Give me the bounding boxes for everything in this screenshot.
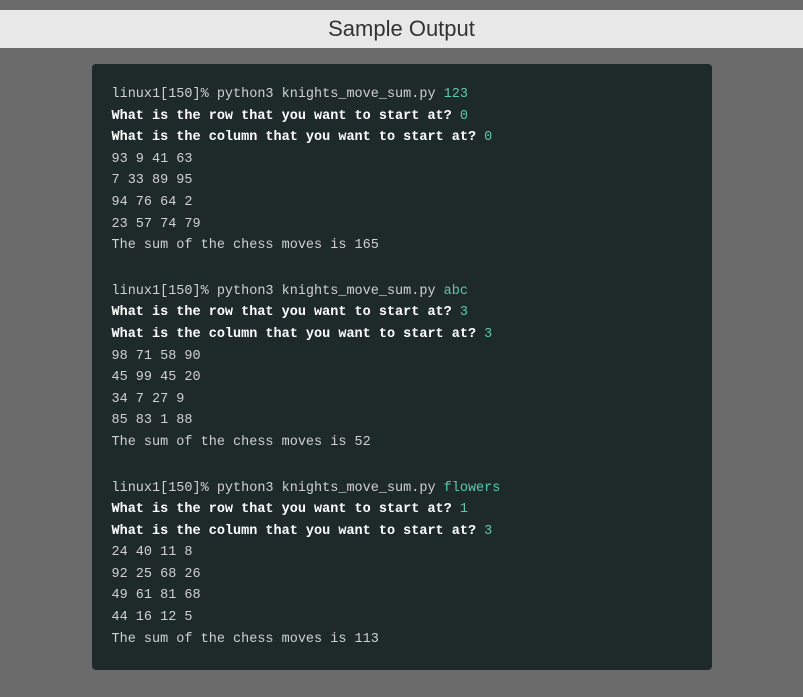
input-line-2-1: What is the row that you want to start a… — [112, 302, 692, 324]
data-line-1-2: 7 33 89 95 — [112, 170, 692, 192]
input-label-1-2: What is the column that you want to star… — [112, 130, 485, 145]
input-value-1-2: 0 — [484, 130, 492, 145]
input-label-3-2: What is the column that you want to star… — [112, 524, 485, 539]
command-line-3: linux1[150]% python3 knights_move_sum.py… — [112, 478, 692, 500]
prompt-1: linux1[150]% python3 knights_move_sum.py — [112, 87, 444, 102]
data-line-3-1: 24 40 11 8 — [112, 542, 692, 564]
data-line-1-4: 23 57 74 79 — [112, 214, 692, 236]
command-arg-3: flowers — [444, 481, 501, 496]
input-label-2-1: What is the row that you want to start a… — [112, 305, 460, 320]
data-line-2-4: 85 83 1 88 — [112, 410, 692, 432]
data-line-2-3: 34 7 27 9 — [112, 389, 692, 411]
input-line-1-1: What is the row that you want to start a… — [112, 106, 692, 128]
input-label-3-1: What is the row that you want to start a… — [112, 502, 460, 517]
data-line-2-2: 45 99 45 20 — [112, 367, 692, 389]
input-value-1-1: 0 — [460, 109, 468, 124]
input-line-3-2: What is the column that you want to star… — [112, 521, 692, 543]
input-label-1-1: What is the row that you want to start a… — [112, 109, 460, 124]
result-line-3: The sum of the chess moves is 113 — [112, 629, 692, 651]
data-line-1-3: 94 76 64 2 — [112, 192, 692, 214]
input-label-2-2: What is the column that you want to star… — [112, 327, 485, 342]
input-line-2-2: What is the column that you want to star… — [112, 324, 692, 346]
command-arg-2: abc — [444, 284, 468, 299]
terminal-container: linux1[150]% python3 knights_move_sum.py… — [92, 64, 712, 670]
command-line-2: linux1[150]% python3 knights_move_sum.py… — [112, 281, 692, 303]
input-value-2-1: 3 — [460, 305, 468, 320]
data-line-3-4: 44 16 12 5 — [112, 607, 692, 629]
prompt-2: linux1[150]% python3 knights_move_sum.py — [112, 284, 444, 299]
terminal-block-2: linux1[150]% python3 knights_move_sum.py… — [112, 281, 692, 454]
data-line-3-2: 92 25 68 26 — [112, 564, 692, 586]
prompt-3: linux1[150]% python3 knights_move_sum.py — [112, 481, 444, 496]
input-value-2-2: 3 — [484, 327, 492, 342]
terminal-block-3: linux1[150]% python3 knights_move_sum.py… — [112, 478, 692, 651]
page-title: Sample Output — [0, 10, 803, 48]
input-line-3-1: What is the row that you want to start a… — [112, 499, 692, 521]
input-value-3-1: 1 — [460, 502, 468, 517]
result-line-1: The sum of the chess moves is 165 — [112, 235, 692, 257]
data-line-3-3: 49 61 81 68 — [112, 585, 692, 607]
terminal-block-1: linux1[150]% python3 knights_move_sum.py… — [112, 84, 692, 257]
input-value-3-2: 3 — [484, 524, 492, 539]
command-arg-1: 123 — [444, 87, 468, 102]
command-line-1: linux1[150]% python3 knights_move_sum.py… — [112, 84, 692, 106]
data-line-1-1: 93 9 41 63 — [112, 149, 692, 171]
input-line-1-2: What is the column that you want to star… — [112, 127, 692, 149]
result-line-2: The sum of the chess moves is 52 — [112, 432, 692, 454]
data-line-2-1: 98 71 58 90 — [112, 346, 692, 368]
